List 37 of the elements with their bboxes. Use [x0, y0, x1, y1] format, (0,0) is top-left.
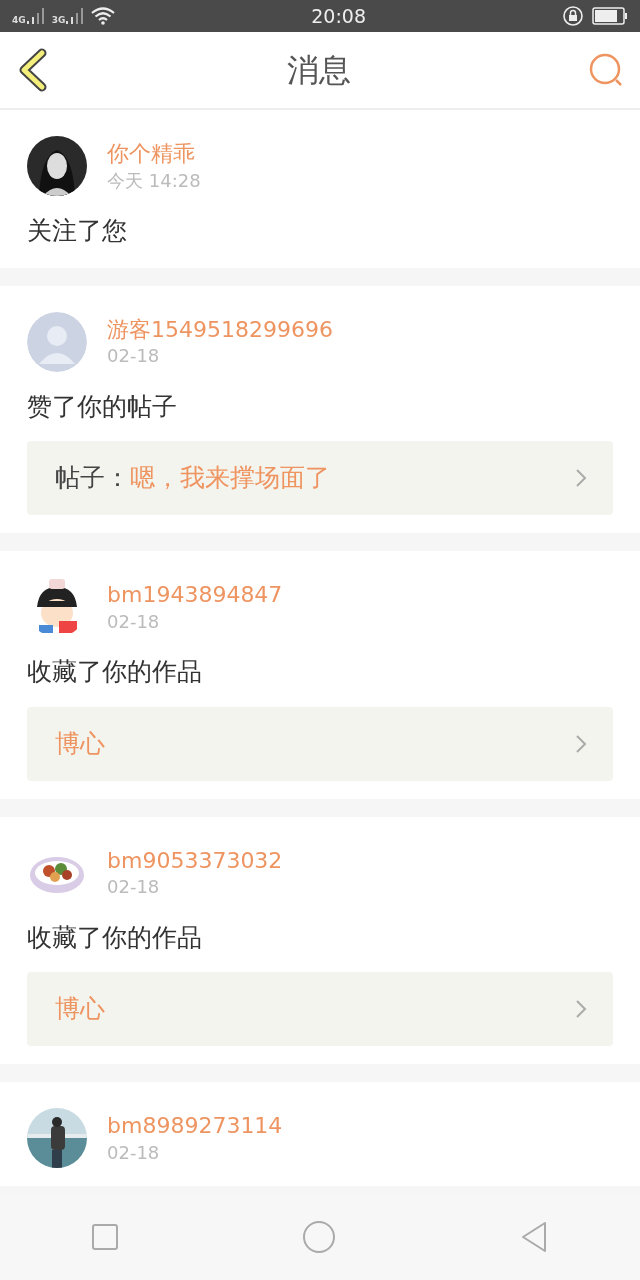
user-name[interactable]: bm9053373032 — [107, 846, 283, 876]
default-avatar-icon — [27, 311, 87, 372]
message-time: 02-18 — [107, 1140, 161, 1164]
rotation-lock-icon — [562, 5, 584, 27]
user-name[interactable]: 你个精乖 — [107, 140, 201, 169]
chevron-icon — [575, 468, 587, 488]
item-label: 帖子： — [55, 462, 130, 495]
network-label: 3G — [51, 16, 66, 25]
message-time: 今天 14:28 — [107, 168, 201, 192]
chevron-icon — [575, 999, 587, 1019]
item-title: 嗯，我来撑场面了 — [130, 462, 330, 495]
search-icon[interactable] — [588, 52, 624, 88]
signal-icon — [65, 7, 84, 25]
battery-icon — [592, 7, 628, 25]
network-label: 4G — [12, 16, 26, 25]
action-text: 关注了您 — [27, 215, 128, 247]
user-name[interactable]: 游客1549518299696 — [107, 315, 333, 345]
chevron-icon — [575, 733, 587, 754]
page-title: 消息 — [287, 50, 351, 91]
linked-item[interactable]: 帖子：嗯，我来撑场面了 — [27, 441, 613, 515]
action-text: 收藏了你的作品 — [27, 656, 203, 688]
item-title: 博心 — [55, 727, 105, 760]
message-time: 02-18 — [107, 875, 161, 899]
signal-icon — [25, 7, 44, 25]
message-time: 02-18 — [107, 609, 161, 633]
action-text: 赞了你的帖子 — [27, 390, 178, 423]
clock: 20:08 — [311, 3, 367, 29]
user-name[interactable]: bm1943894847 — [107, 581, 283, 610]
linked-item[interactable]: 博心 — [27, 706, 613, 781]
home-icon[interactable] — [302, 1220, 336, 1254]
user-name[interactable]: bm8989273114 — [107, 1112, 283, 1141]
linked-item[interactable]: 博心 — [27, 972, 613, 1046]
item-title: 博心 — [55, 993, 105, 1026]
wifi-icon — [91, 7, 116, 25]
message-time: 02-18 — [107, 344, 161, 368]
recents-icon[interactable] — [91, 1223, 120, 1251]
action-text: 收藏了你的作品 — [27, 921, 203, 954]
